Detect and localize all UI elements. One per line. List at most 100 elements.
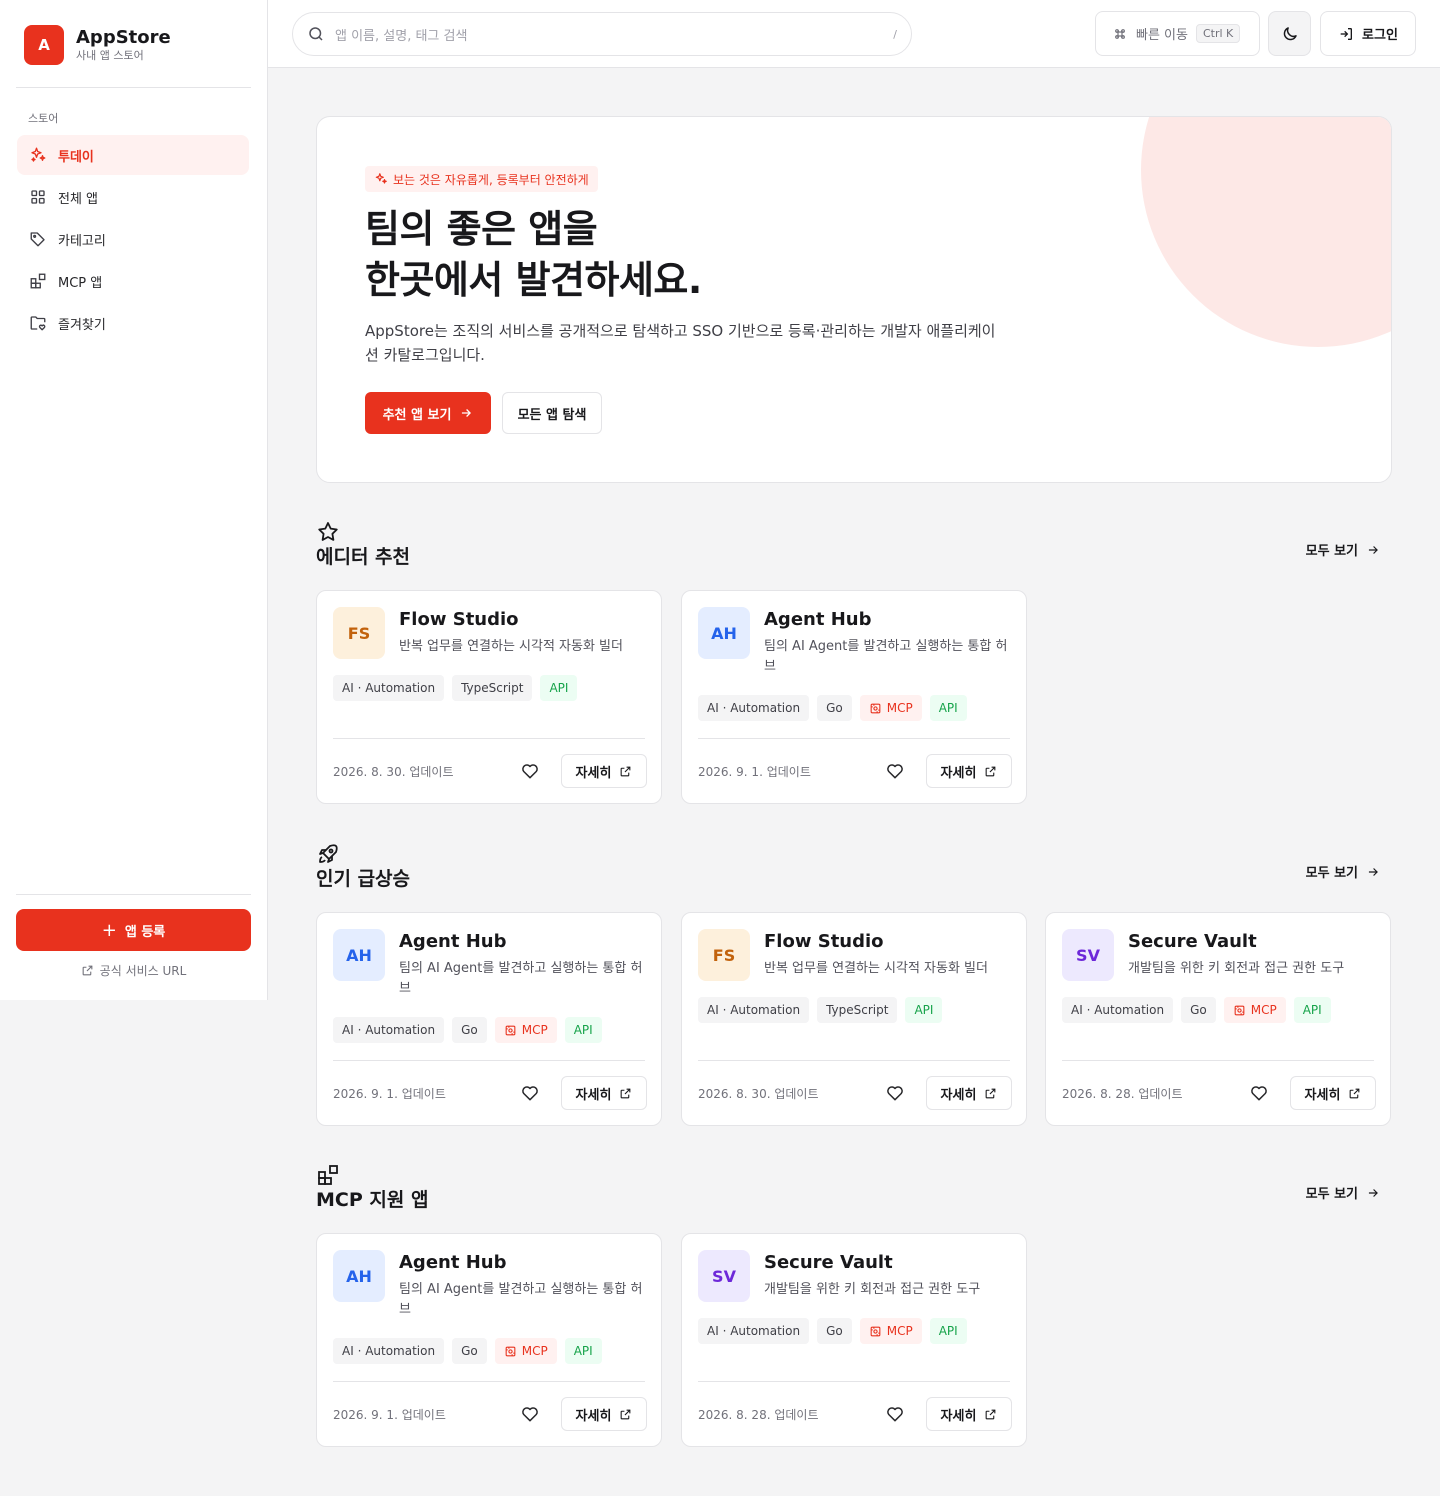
app-name[interactable]: Flow Studio xyxy=(399,609,519,630)
heart-icon[interactable] xyxy=(885,1083,905,1103)
heart-icon[interactable] xyxy=(1249,1083,1269,1103)
section-header: MCP 지원 앱 모두 보기 xyxy=(316,1163,1392,1213)
app-description: 팀의 AI Agent를 발견하고 실행하는 통합 허브 xyxy=(764,639,1008,674)
mcp-icon xyxy=(1234,1005,1245,1015)
grid-icon xyxy=(31,190,45,204)
official-service-link[interactable]: 공식 서비스 URL xyxy=(16,962,251,979)
search-icon xyxy=(309,27,323,41)
divider xyxy=(1062,1060,1374,1061)
sidebar-item-label: 투데이 xyxy=(58,149,94,165)
app-card[interactable]: SV Secure Vault 개발팀을 위한 키 회전과 접근 권한 도구 A… xyxy=(681,1233,1027,1447)
mcp-icon xyxy=(505,1025,516,1035)
app-name[interactable]: Agent Hub xyxy=(399,931,506,952)
section-header: 에디터 추천 모두 보기 xyxy=(316,520,1392,570)
tag-list: AI · Automation Go MCP API xyxy=(1062,997,1331,1023)
detail-button[interactable]: 자세히 xyxy=(1290,1076,1376,1110)
hero-tag: 보는 것은 자유롭게, 등록부터 안전하게 xyxy=(365,166,598,192)
theme-toggle-button[interactable] xyxy=(1268,11,1311,56)
tag-chip: Go xyxy=(817,695,852,721)
tag-chip: MCP xyxy=(494,1017,557,1043)
login-button[interactable]: 로그인 xyxy=(1320,11,1416,56)
brand-logo: A xyxy=(24,25,64,65)
updated-date: 2026. 9. 1. 업데이트 xyxy=(333,1408,446,1422)
external-link-icon xyxy=(621,1409,631,1419)
tag-icon xyxy=(30,232,45,247)
tag-list: AI · Automation Go MCP API xyxy=(698,695,967,721)
section-header: 인기 급상승 모두 보기 xyxy=(316,842,1392,892)
heart-icon[interactable] xyxy=(885,761,905,781)
sidebar-item-all-apps[interactable]: 전체 앱 xyxy=(17,177,249,217)
view-all-link[interactable]: 모두 보기 xyxy=(1306,862,1380,881)
app-description: 반복 업무를 연결하는 시각적 자동화 빌더 xyxy=(764,961,988,976)
app-card[interactable]: SV Secure Vault 개발팀을 위한 키 회전과 접근 권한 도구 A… xyxy=(1045,912,1391,1126)
official-link-label: 공식 서비스 URL xyxy=(99,964,187,978)
app-name[interactable]: Secure Vault xyxy=(1128,931,1257,952)
detail-button[interactable]: 자세히 xyxy=(926,1076,1012,1110)
detail-label: 자세히 xyxy=(575,765,612,781)
star-icon xyxy=(318,522,338,541)
detail-label: 자세히 xyxy=(575,1087,612,1103)
tag-list: AI · Automation TypeScript API xyxy=(698,997,943,1023)
divider xyxy=(698,1381,1010,1382)
view-all-link[interactable]: 모두 보기 xyxy=(1306,540,1380,559)
heart-icon[interactable] xyxy=(885,1404,905,1424)
tag-chip: API xyxy=(929,1318,967,1344)
detail-button[interactable]: 자세히 xyxy=(561,754,647,788)
explore-all-button[interactable]: 모든 앱 탐색 xyxy=(502,392,602,434)
sidebar-item-today[interactable]: 투데이 xyxy=(17,135,249,175)
app-card[interactable]: AH Agent Hub 팀의 AI Agent를 발견하고 실행하는 통합 허… xyxy=(681,590,1027,804)
hero-banner: 보는 것은 자유롭게, 등록부터 안전하게 팀의 좋은 앱을 한곳에서 발견하세… xyxy=(316,116,1392,483)
mcp-icon xyxy=(870,703,881,713)
sidebar-item-favorites[interactable]: 즐겨찾기 xyxy=(17,303,249,343)
button-label: 추천 앱 보기 xyxy=(382,407,452,423)
app-name[interactable]: Secure Vault xyxy=(764,1252,893,1273)
recommended-apps-button[interactable]: 추천 앱 보기 xyxy=(365,392,491,434)
arrow-right-icon xyxy=(1368,545,1378,554)
hero-title: 팀의 좋은 앱을 한곳에서 발견하세요. xyxy=(365,204,702,306)
sparkles-icon xyxy=(31,147,46,162)
divider xyxy=(698,1060,1010,1061)
detail-label: 자세히 xyxy=(575,1408,612,1424)
sidebar-item-mcp-apps[interactable]: MCP 앱 xyxy=(17,261,249,301)
hero-title-line2: 한곳에서 발견하세요. xyxy=(365,258,702,302)
updated-date: 2026. 8. 30. 업데이트 xyxy=(698,1087,819,1101)
command-icon xyxy=(1115,28,1125,39)
detail-label: 자세히 xyxy=(940,765,977,781)
detail-button[interactable]: 자세히 xyxy=(561,1397,647,1431)
sidebar-item-label: 전체 앱 xyxy=(58,191,99,207)
app-card[interactable]: AH Agent Hub 팀의 AI Agent를 발견하고 실행하는 통합 허… xyxy=(316,912,662,1126)
section-title: MCP 지원 앱 xyxy=(316,1189,429,1211)
quick-nav-button[interactable]: 빠른 이동 Ctrl K xyxy=(1095,11,1260,56)
heart-icon[interactable] xyxy=(520,761,540,781)
register-app-button[interactable]: + 앱 등록 xyxy=(16,909,251,951)
heart-icon[interactable] xyxy=(520,1083,540,1103)
detail-button[interactable]: 자세히 xyxy=(926,1397,1012,1431)
sidebar-nav: 투데이 전체 앱 카테고리 MCP 앱 즐겨찾기 xyxy=(17,135,249,345)
sidebar-item-categories[interactable]: 카테고리 xyxy=(17,219,249,259)
updated-date: 2026. 8. 28. 업데이트 xyxy=(698,1408,819,1422)
tag-chip: API xyxy=(540,675,578,701)
divider xyxy=(333,1381,645,1382)
tag-chip: Go xyxy=(817,1318,852,1344)
search-input[interactable]: 앱 이름, 설명, 태그 검색 / xyxy=(292,12,912,56)
heart-icon[interactable] xyxy=(520,1404,540,1424)
view-all-link[interactable]: 모두 보기 xyxy=(1306,1183,1380,1202)
app-card[interactable]: FS Flow Studio 반복 업무를 연결하는 시각적 자동화 빌더 AI… xyxy=(316,590,662,804)
app-name[interactable]: Agent Hub xyxy=(399,1252,506,1273)
search-placeholder: 앱 이름, 설명, 태그 검색 xyxy=(335,28,468,44)
detail-button[interactable]: 자세히 xyxy=(561,1076,647,1110)
app-card[interactable]: FS Flow Studio 반복 업무를 연결하는 시각적 자동화 빌더 AI… xyxy=(681,912,1027,1126)
sidebar-item-label: 즐겨찾기 xyxy=(58,317,106,333)
divider xyxy=(333,1060,645,1061)
app-avatar: FS xyxy=(333,607,385,659)
app-name[interactable]: Agent Hub xyxy=(764,609,871,630)
blocks-icon xyxy=(318,1165,338,1185)
tag-list: AI · Automation Go MCP API xyxy=(333,1338,602,1364)
app-card[interactable]: AH Agent Hub 팀의 AI Agent를 발견하고 실행하는 통합 허… xyxy=(316,1233,662,1447)
tag-chip: MCP xyxy=(494,1338,557,1364)
tag-list: AI · Automation TypeScript API xyxy=(333,675,578,701)
brand[interactable]: A AppStore 사내 앱 스토어 xyxy=(24,25,171,65)
search-shortcut: / xyxy=(893,27,897,41)
detail-button[interactable]: 자세히 xyxy=(926,754,1012,788)
app-name[interactable]: Flow Studio xyxy=(764,931,884,952)
